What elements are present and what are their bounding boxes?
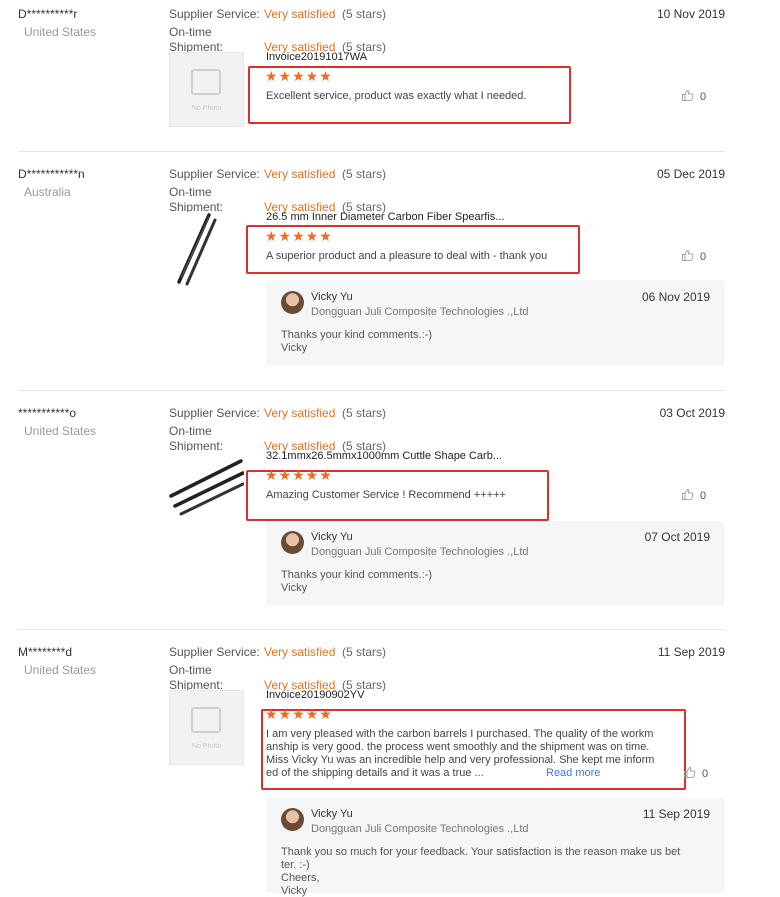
on-time-label: On-time — [169, 25, 212, 39]
product-name[interactable]: Invoice20191017WA — [266, 51, 367, 63]
buyer-country: United States — [24, 25, 97, 39]
supplier-stars: (5 stars) — [342, 167, 387, 181]
reply-text-line: ter. :-) — [281, 859, 310, 871]
supplier-service-label: Supplier Service: — [169, 7, 260, 21]
supplier-reply: Vicky Yu Dongguan Juli Composite Technol… — [266, 798, 725, 897]
reply-text-line: Vicky — [281, 885, 308, 897]
read-more-link[interactable]: Read more — [546, 767, 600, 779]
rating-stars: ★★★★★ — [265, 68, 333, 84]
review-date: 10 Nov 2019 — [656, 7, 725, 21]
supplier-stars: (5 stars) — [342, 645, 387, 659]
supplier-rating: Very satisfied — [264, 7, 336, 21]
rating-stars: ★★★★★ — [265, 467, 333, 483]
buyer-name: M********d — [18, 645, 73, 659]
review-date: 03 Oct 2019 — [659, 406, 725, 420]
buyer-name: D**********r — [18, 7, 78, 21]
review-item: M********d United States Supplier Servic… — [0, 645, 780, 897]
product-thumbnail[interactable]: No Photo — [169, 690, 244, 765]
carbon-tube-image — [177, 213, 217, 286]
image-placeholder-icon — [191, 69, 221, 95]
supplier-service-label: Supplier Service: — [169, 645, 260, 659]
avatar — [281, 808, 304, 831]
divider — [18, 390, 725, 391]
divider — [18, 629, 725, 630]
supplier-stars: (5 stars) — [342, 7, 387, 21]
carbon-tube-image — [169, 459, 245, 516]
buyer-country: Australia — [24, 185, 71, 199]
product-name[interactable]: Invoice20190902YV — [266, 689, 364, 701]
supplier-rating: Very satisfied — [264, 167, 336, 181]
thumbs-up-icon — [682, 90, 694, 101]
supplier-reply: Vicky Yu Dongguan Juli Composite Technol… — [266, 521, 725, 606]
like-count: 0 — [700, 490, 707, 502]
review-item: ***********o United States Supplier Serv… — [0, 406, 780, 626]
product-thumbnail[interactable] — [169, 212, 244, 287]
avatar — [281, 291, 304, 314]
on-time-label: On-time — [169, 663, 212, 677]
reply-date: 06 Nov 2019 — [641, 290, 710, 304]
thumbs-up-icon — [682, 250, 694, 261]
review-item: D***********n Australia Supplier Service… — [0, 167, 780, 387]
buyer-name: D***********n — [18, 167, 85, 181]
supplier-reply: Vicky Yu Dongguan Juli Composite Technol… — [266, 280, 725, 366]
supplier-service-label: Supplier Service: — [169, 167, 260, 181]
supplier-service-label: Supplier Service: — [169, 406, 260, 420]
review-comment: A superior product and a pleasure to dea… — [266, 250, 548, 262]
reply-text-line: Cheers, — [281, 872, 320, 884]
divider — [18, 151, 725, 152]
rating-stars: ★★★★★ — [265, 706, 333, 722]
supplier-rating: Very satisfied — [264, 406, 336, 420]
reply-company: Dongguan Juli Composite Technologies .,L… — [311, 546, 529, 558]
reply-text-line: Thank you so much for your feedback. You… — [281, 846, 681, 858]
review-date: 11 Sep 2019 — [657, 645, 725, 659]
supplier-rating: Very satisfied — [264, 645, 336, 659]
reply-date: 07 Oct 2019 — [644, 530, 710, 544]
avatar — [281, 531, 304, 554]
thumbs-up-icon — [682, 489, 694, 500]
image-placeholder-icon — [191, 707, 221, 733]
product-thumbnail[interactable] — [169, 451, 245, 526]
reply-author: Vicky Yu — [311, 291, 353, 303]
review-comment: Amazing Customer Service ! Recommend +++… — [266, 489, 506, 501]
review-comment-line: I am very pleased with the carbon barrel… — [266, 728, 654, 740]
on-time-label: On-time — [169, 185, 212, 199]
review-item: D**********r United States Supplier Serv… — [0, 7, 780, 137]
on-time-label: On-time — [169, 424, 212, 438]
reply-text-line: Thanks your kind comments.:-) — [281, 569, 432, 581]
reply-text-line: Thanks your kind comments.:-) — [281, 329, 432, 341]
product-thumbnail[interactable]: No Photo — [169, 52, 244, 127]
like-button[interactable]: 0 — [682, 489, 706, 502]
review-comment-line: Miss Vicky Yu was an incredible help and… — [266, 754, 655, 766]
like-button[interactable]: 0 — [682, 250, 706, 263]
review-comment: Excellent service, product was exactly w… — [266, 90, 527, 102]
rating-stars: ★★★★★ — [265, 228, 333, 244]
reply-text-line: Vicky — [281, 582, 308, 594]
product-name[interactable]: 26.5 mm Inner Diameter Carbon Fiber Spea… — [266, 211, 504, 223]
like-button[interactable]: 0 — [684, 767, 708, 780]
like-count: 0 — [700, 251, 707, 263]
like-count: 0 — [702, 768, 709, 780]
buyer-country: United States — [24, 663, 97, 677]
no-photo-text: No Photo — [191, 743, 222, 750]
product-name[interactable]: 32.1mmx26.5mmx1000mm Cuttle Shape Carb..… — [266, 450, 502, 462]
reply-author: Vicky Yu — [311, 808, 353, 820]
no-photo-text: No Photo — [191, 105, 222, 112]
buyer-name: ***********o — [18, 406, 77, 420]
like-button[interactable]: 0 — [682, 90, 706, 103]
buyer-country: United States — [24, 424, 97, 438]
review-date: 05 Dec 2019 — [656, 167, 725, 181]
like-count: 0 — [700, 91, 707, 103]
reply-text-line: Vicky — [281, 342, 308, 354]
reply-company: Dongguan Juli Composite Technologies .,L… — [311, 306, 529, 318]
reply-date: 11 Sep 2019 — [642, 807, 710, 821]
review-comment-line: ed of the shipping details and it was a … — [266, 767, 484, 779]
reply-company: Dongguan Juli Composite Technologies .,L… — [311, 823, 529, 835]
review-comment-line: anship is very good. the process went sm… — [266, 741, 650, 753]
reply-author: Vicky Yu — [311, 531, 353, 543]
supplier-stars: (5 stars) — [342, 406, 387, 420]
thumbs-up-icon — [684, 767, 696, 778]
